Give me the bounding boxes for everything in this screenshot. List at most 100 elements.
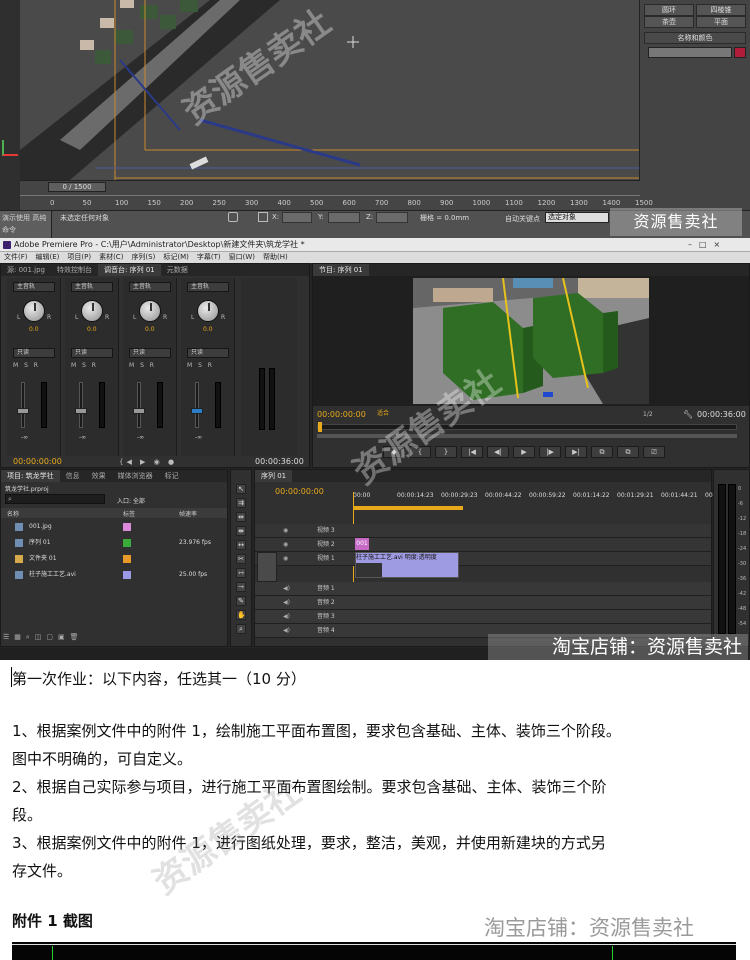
tab-project[interactable]: 项目: 筑龙学社	[1, 470, 60, 482]
max-viewport[interactable]	[20, 0, 640, 180]
transport-button[interactable]: ▶	[513, 446, 535, 458]
program-page[interactable]: 1/2	[643, 411, 653, 418]
program-video-frame[interactable]	[313, 276, 749, 406]
transport-button[interactable]: ◆	[383, 446, 405, 458]
project-item[interactable]: 001.jpg	[5, 520, 223, 534]
mute-solo-buttons[interactable]: M S R	[129, 362, 156, 369]
tab-info[interactable]: 信息	[60, 470, 86, 482]
menu-item[interactable]: 标记(M)	[159, 252, 193, 263]
pan-knob-icon[interactable]	[23, 300, 45, 322]
object-name-field[interactable]	[648, 47, 732, 58]
project-search-input[interactable]: ⌕	[5, 494, 105, 504]
menu-item[interactable]: 序列(S)	[127, 252, 159, 263]
teapot-button[interactable]: 茶壶	[644, 16, 694, 28]
lock-icon[interactable]	[228, 212, 238, 222]
automation-select[interactable]: 只读	[13, 348, 55, 358]
pan-knob-icon[interactable]	[81, 300, 103, 322]
transport-button[interactable]: ⎚	[643, 446, 665, 458]
automation-select[interactable]: 只读	[129, 348, 171, 358]
pan-value[interactable]: 0.0	[203, 326, 213, 333]
project-item[interactable]: 柱子施工工艺.avi 25.00 fps	[5, 568, 223, 582]
z-field[interactable]	[376, 212, 408, 223]
menu-item[interactable]: 项目(P)	[63, 252, 95, 263]
razor-tool-icon[interactable]: ✂	[236, 554, 246, 564]
work-area-bar[interactable]	[353, 506, 463, 510]
speaker-icon[interactable]: ◀)	[283, 624, 290, 638]
video-track[interactable]: ◉ 视频 1	[255, 552, 711, 566]
rolling-edit-tool-icon[interactable]: ⇼	[236, 526, 246, 536]
absolute-mode-icon[interactable]	[258, 212, 268, 222]
y-field[interactable]	[328, 212, 360, 223]
pen-tool-icon[interactable]: ✎	[236, 596, 246, 606]
slip-tool-icon[interactable]: ⇿	[236, 568, 246, 578]
pan-value[interactable]: 0.0	[87, 326, 97, 333]
volume-fader[interactable]	[137, 382, 141, 428]
tab-program[interactable]: 节目: 序列 01	[313, 264, 369, 276]
selection-tool-icon[interactable]: ↖	[236, 484, 246, 494]
track-select[interactable]: 主音轨	[13, 282, 55, 292]
track-select[interactable]: 主音轨	[187, 282, 229, 292]
project-item[interactable]: 序列 01 23.976 fps	[5, 536, 223, 550]
eye-icon[interactable]: ◉	[283, 524, 288, 538]
fader-handle[interactable]	[75, 408, 87, 414]
hand-tool-icon[interactable]: ✋	[236, 610, 246, 620]
menu-item[interactable]: 编辑(E)	[32, 252, 64, 263]
max-timeline[interactable]: 0 / 1500 0 50 100 150 200 250 300 400 500 600 700 8…	[20, 180, 653, 210]
transport-button[interactable]: |◀	[461, 446, 483, 458]
mute-solo-buttons[interactable]: M S R	[13, 362, 40, 369]
plane-button[interactable]: 平面	[696, 16, 746, 28]
selected-dropdown[interactable]: 选定对象	[545, 212, 609, 223]
fader-handle[interactable]	[191, 408, 203, 414]
transport-button[interactable]: |▶	[539, 446, 561, 458]
menu-item[interactable]: 素材(C)	[95, 252, 127, 263]
speaker-icon[interactable]: ◀)	[283, 610, 290, 624]
transport-button[interactable]: ◀|	[487, 446, 509, 458]
ripple-edit-tool-icon[interactable]: ⇹	[236, 512, 246, 522]
mute-solo-buttons[interactable]: M S R	[71, 362, 98, 369]
video-track[interactable]: ◉ 视频 2	[255, 538, 711, 552]
volume-fader[interactable]	[79, 382, 83, 428]
fader-handle[interactable]	[133, 408, 145, 414]
eye-icon[interactable]: ◉	[283, 552, 288, 566]
timeline-ruler[interactable]: 00:00 00:00:14:23 00:00:29:23 00:00:44:22 00…	[353, 492, 722, 504]
object-color-swatch[interactable]	[734, 47, 746, 58]
tab-effects[interactable]: 效果	[86, 470, 112, 482]
name-color-rollout[interactable]: 名称和颜色	[644, 32, 746, 44]
col-name[interactable]: 名称	[7, 509, 19, 518]
pan-knob-icon[interactable]	[139, 300, 161, 322]
tab-audio-mixer[interactable]: 调音台: 序列 01	[98, 264, 161, 276]
x-field[interactable]	[282, 212, 312, 223]
tab-sequence[interactable]: 序列 01	[255, 470, 293, 482]
menu-item[interactable]: 字幕(T)	[193, 252, 225, 263]
volume-fader[interactable]	[21, 382, 25, 428]
torus-button[interactable]: 圆环	[644, 4, 694, 16]
transport-button[interactable]: ⧉	[591, 446, 613, 458]
rate-stretch-tool-icon[interactable]: ↔	[236, 540, 246, 550]
project-bottom-toolbar[interactable]: ☰▦⌕◫▢▣🗑︎	[3, 633, 227, 645]
track-select[interactable]: 主音轨	[129, 282, 171, 292]
project-item[interactable]: 文件夹 01	[5, 552, 223, 566]
pan-value[interactable]: 0.0	[29, 326, 39, 333]
mute-solo-buttons[interactable]: M S R	[187, 362, 214, 369]
col-rate[interactable]: 帧速率	[179, 509, 197, 518]
tab-metadata[interactable]: 元数据	[161, 264, 194, 276]
menu-item[interactable]: 帮助(H)	[259, 252, 292, 263]
audio-track[interactable]: ◀) 音频 1	[255, 582, 711, 596]
automation-select[interactable]: 只读	[187, 348, 229, 358]
pyramid-button[interactable]: 四棱锥	[696, 4, 746, 16]
col-label[interactable]: 标签	[123, 509, 135, 518]
automation-select[interactable]: 只读	[71, 348, 113, 358]
wrench-icon[interactable]: 🔧︎	[683, 410, 693, 419]
audio-track[interactable]: ◀) 音频 2	[255, 596, 711, 610]
menu-item[interactable]: 窗口(W)	[225, 252, 259, 263]
track-select[interactable]: 主音轨	[71, 282, 113, 292]
menu-item[interactable]: 文件(F)	[0, 252, 32, 263]
program-scrubber[interactable]	[317, 422, 737, 432]
transport-button[interactable]: }	[435, 446, 457, 458]
tab-markers[interactable]: 标记	[159, 470, 185, 482]
window-controls[interactable]: –□×	[688, 240, 744, 250]
track-select-tool-icon[interactable]: ⇉	[236, 498, 246, 508]
track-target[interactable]	[257, 552, 277, 582]
transport-button[interactable]: {	[409, 446, 431, 458]
clip-video[interactable]: 柱子施工工艺.avi 明度:透明度	[355, 552, 459, 578]
